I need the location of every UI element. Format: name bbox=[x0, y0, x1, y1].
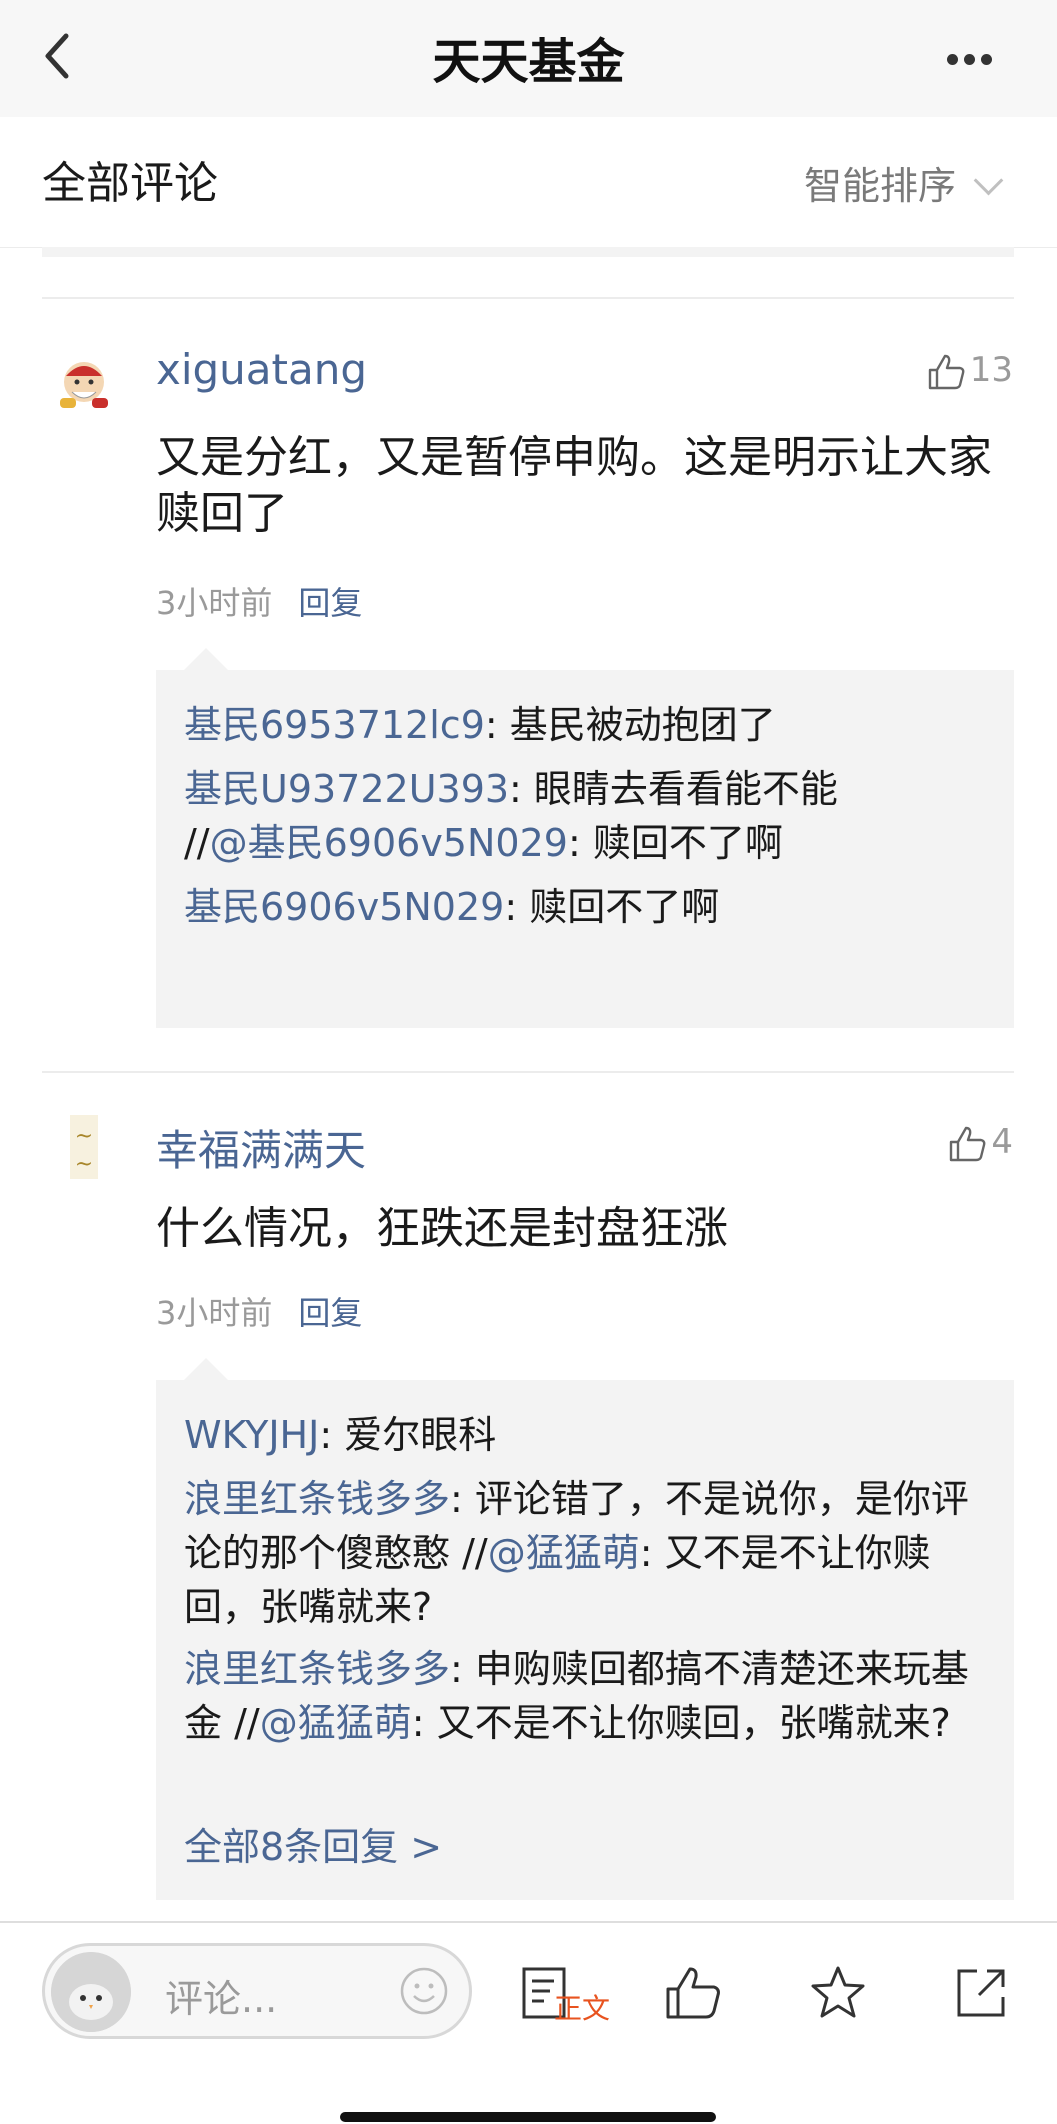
reply-item[interactable]: 基民6953712lc9: 基民被动抱团了 bbox=[184, 698, 984, 752]
star-icon[interactable] bbox=[810, 1965, 866, 2021]
reply-username[interactable]: 浪里红条钱多多 bbox=[184, 1647, 450, 1691]
bottom-bar: 评论... 正文 bbox=[0, 1921, 1057, 2124]
comment-meta: 3小时前 回复 bbox=[156, 1288, 362, 1334]
reply-button[interactable]: 回复 bbox=[298, 1294, 362, 1332]
reply-username[interactable]: 基民6906v5N029 bbox=[184, 885, 504, 929]
divider bbox=[42, 297, 1014, 299]
like-button[interactable]: 13 bbox=[926, 350, 1013, 392]
page-title: 天天基金 bbox=[432, 34, 625, 90]
comment-text: 又是分红，又是暂停申购。这是明示让大家赎回了 bbox=[156, 432, 992, 539]
emoji-icon[interactable] bbox=[399, 1966, 449, 2016]
mention-link[interactable]: @猛猛萌 bbox=[260, 1701, 412, 1745]
reply-item[interactable]: 浪里红条钱多多: 申购赎回都搞不清楚还来玩基金 //@猛猛萌: 又不是不让你赎回… bbox=[184, 1642, 984, 1750]
like-icon[interactable] bbox=[664, 1965, 724, 2021]
mention-link[interactable]: @基民6906v5N029 bbox=[210, 821, 568, 865]
reply-text: : 赎回不了啊 bbox=[567, 821, 783, 865]
share-icon[interactable] bbox=[955, 1965, 1009, 2019]
all-replies-link[interactable]: 全部8条回复 > bbox=[184, 1816, 442, 1871]
nav-bar: 天天基金 bbox=[0, 0, 1057, 118]
comment-placeholder: 评论... bbox=[165, 1977, 278, 2021]
thumbs-up-icon bbox=[950, 1126, 986, 1161]
reply-box: 基民6953712lc9: 基民被动抱团了 基民U93722U393: 眼睛去看… bbox=[156, 648, 1014, 1028]
reply-username[interactable]: 浪里红条钱多多 bbox=[184, 1477, 450, 1521]
reply-username[interactable]: WKYJHJ bbox=[184, 1413, 319, 1457]
previous-reply-box bbox=[42, 247, 1014, 257]
user-avatar bbox=[51, 1952, 131, 2032]
reply-text: : 爱尔眼科 bbox=[319, 1413, 497, 1457]
sort-button[interactable]: 智能排序 bbox=[803, 155, 1004, 210]
divider bbox=[42, 1071, 1014, 1073]
reply-text: : 眼睛去看看能不能 bbox=[509, 767, 838, 811]
article-button[interactable]: 正文 bbox=[520, 1965, 610, 2025]
like-button[interactable]: 4 bbox=[947, 1122, 1013, 1164]
like-count: 13 bbox=[969, 350, 1013, 390]
like-count: 4 bbox=[991, 1122, 1013, 1162]
thumbs-up-icon bbox=[928, 354, 965, 389]
reply-item[interactable]: WKYJHJ: 爱尔眼科 bbox=[184, 1408, 984, 1462]
reply-username[interactable]: 基民6953712lc9 bbox=[184, 703, 485, 747]
comment-input[interactable]: 评论... bbox=[42, 1943, 472, 2039]
reply-username[interactable]: 基民U93722U393 bbox=[184, 767, 509, 811]
more-icon[interactable] bbox=[947, 50, 1007, 65]
comment-meta: 3小时前 回复 bbox=[156, 578, 362, 624]
svg-text:~: ~ bbox=[75, 1124, 93, 1149]
reply-text: // bbox=[184, 821, 210, 865]
reply-text: : 又不是不让你赎回，张嘴就来? bbox=[411, 1701, 951, 1745]
comments-header: 全部评论 智能排序 bbox=[0, 117, 1057, 248]
home-indicator bbox=[340, 2112, 716, 2122]
comment-time: 3小时前 bbox=[156, 1294, 273, 1332]
mention-link[interactable]: @猛猛萌 bbox=[488, 1531, 640, 1575]
avatar[interactable] bbox=[52, 352, 116, 416]
reply-box: WKYJHJ: 爱尔眼科 浪里红条钱多多: 评论错了，不是说你，是你评论的那个傻… bbox=[156, 1358, 1014, 1900]
reply-text: : 基民被动抱团了 bbox=[484, 703, 776, 747]
avatar[interactable]: ~ ~ bbox=[52, 1115, 116, 1179]
reply-item[interactable]: 浪里红条钱多多: 评论错了，不是说你，是你评论的那个傻憨憨 //@猛猛萌: 又不… bbox=[184, 1472, 984, 1634]
reply-item[interactable]: 基民6906v5N029: 赎回不了啊 bbox=[184, 880, 984, 934]
comment-time: 3小时前 bbox=[156, 584, 273, 622]
reply-text: : 赎回不了啊 bbox=[504, 885, 720, 929]
article-label: 正文 bbox=[554, 1992, 611, 2025]
chevron-down-icon bbox=[973, 165, 1004, 196]
section-title: 全部评论 bbox=[42, 158, 218, 209]
reply-button[interactable]: 回复 bbox=[298, 584, 362, 622]
sort-label: 智能排序 bbox=[803, 164, 956, 208]
comment-text: 什么情况，狂跌还是封盘狂涨 bbox=[156, 1203, 728, 1254]
svg-text:~: ~ bbox=[75, 1152, 93, 1177]
reply-item[interactable]: 基民U93722U393: 眼睛去看看能不能 //@基民6906v5N029: … bbox=[184, 762, 984, 870]
comment-username[interactable]: xiguatang bbox=[156, 345, 367, 394]
comment-username[interactable]: 幸福满满天 bbox=[156, 1117, 366, 1178]
